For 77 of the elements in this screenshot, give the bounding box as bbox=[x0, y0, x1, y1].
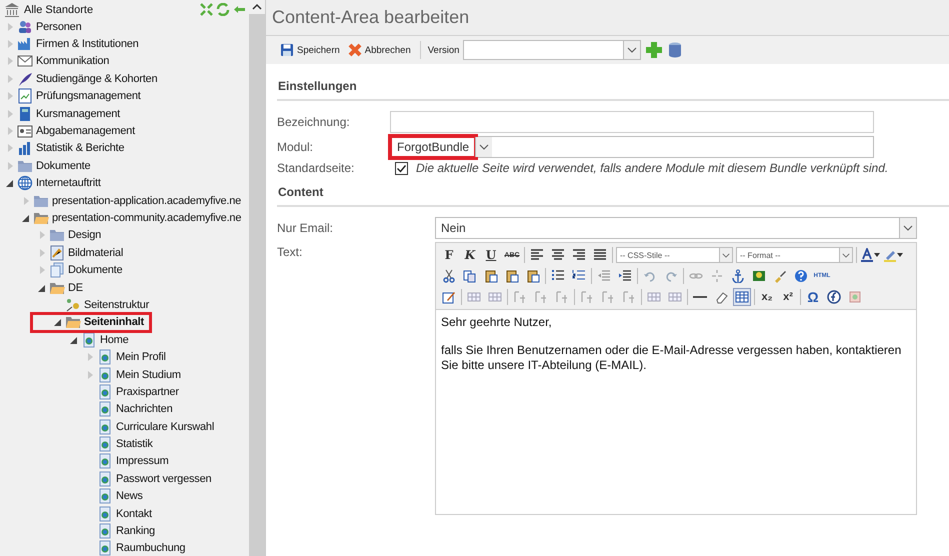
underline-button[interactable]: U bbox=[482, 246, 500, 264]
table-active-icon[interactable] bbox=[733, 288, 751, 306]
tree-item[interactable]: Dokumente bbox=[36, 160, 90, 172]
field-label: Nur Email: bbox=[277, 221, 334, 235]
tree-item[interactable]: Internetauftritt bbox=[36, 177, 101, 190]
tree-item[interactable]: Mein Profil bbox=[116, 351, 166, 364]
tree-item[interactable]: Abgabemanagement bbox=[36, 125, 135, 138]
tree-item[interactable]: Seiteninhalt bbox=[84, 316, 144, 328]
caret-icon bbox=[903, 225, 913, 231]
tree-item[interactable]: Design bbox=[68, 229, 102, 242]
sub-button[interactable]: x₂ bbox=[758, 288, 776, 306]
tree-item[interactable]: Ranking bbox=[116, 525, 155, 538]
caret-icon bbox=[722, 252, 730, 258]
checkbox-description: Die aktuelle Seite wird verwendet, falls andere Module mit diesem Bundle verknüpft sind. bbox=[416, 161, 888, 175]
collapse-icon[interactable] bbox=[200, 3, 213, 16]
scroll-up-icon[interactable] bbox=[249, 0, 265, 14]
field-label: Standardseite: bbox=[277, 161, 356, 175]
highlighted-value: ForgotBundle bbox=[391, 137, 476, 157]
email-select[interactable]: Nein bbox=[435, 217, 917, 239]
tree-item[interactable]: Kursmanagement bbox=[36, 108, 120, 120]
arrow-left-icon[interactable] bbox=[233, 3, 246, 16]
tree-item[interactable]: Kontakt bbox=[116, 508, 152, 520]
cross-icon bbox=[348, 43, 362, 57]
tree-item[interactable]: DE bbox=[68, 282, 83, 294]
tree-item[interactable]: Curriculare Kurswahl bbox=[116, 420, 214, 433]
section-heading: Content bbox=[277, 175, 949, 207]
tree-item[interactable]: Bildmaterial bbox=[68, 246, 124, 259]
paragraph: falls Sie Ihren Benutzernamen oder die E-Mail-Adresse vergessen haben, kontaktieren Sie bitte unsere IT-Abteilung (E-MAIL). bbox=[441, 343, 902, 373]
tree-item[interactable]: Firmen & Institutionen bbox=[36, 38, 139, 50]
module-select[interactable]: ForgotBundle bbox=[390, 136, 874, 158]
plus-icon[interactable] bbox=[645, 41, 664, 59]
selected-value: Nein bbox=[440, 220, 467, 237]
font-color-icon[interactable] bbox=[860, 246, 880, 264]
style-dropdown[interactable]: -- CSS-Stile -- bbox=[616, 247, 733, 263]
tree-item[interactable]: Statistik bbox=[116, 438, 153, 450]
caret-icon bbox=[627, 47, 638, 53]
checkbox[interactable] bbox=[395, 162, 408, 174]
tree-item[interactable]: Prüfungsmanagement bbox=[36, 90, 141, 102]
tree-item[interactable]: Passwort vergessen bbox=[116, 472, 212, 485]
caret-icon bbox=[479, 144, 490, 150]
tree-item[interactable]: Kommunikation bbox=[36, 55, 110, 68]
save-button[interactable]: Speichern bbox=[278, 43, 342, 57]
tree-item[interactable]: Studiengänge & Kohorten bbox=[36, 72, 158, 85]
field-label: Bezeichnung: bbox=[277, 115, 351, 129]
tree-item[interactable]: Seitenstruktur bbox=[84, 298, 150, 311]
tree-item[interactable]: Raumbuchung bbox=[116, 542, 186, 554]
bold-button[interactable]: F bbox=[440, 246, 458, 264]
field-label: Text: bbox=[277, 244, 304, 259]
refresh-icon[interactable] bbox=[216, 3, 230, 16]
field-label: Modul: bbox=[277, 140, 314, 154]
tree-item[interactable]: News bbox=[116, 490, 143, 502]
version-select[interactable] bbox=[463, 40, 642, 60]
tree-item[interactable]: Personen bbox=[36, 20, 82, 33]
tree-item[interactable]: presentation-community.academyfive.ne bbox=[52, 212, 242, 224]
tree-item[interactable]: Impressum bbox=[116, 455, 169, 468]
tree-root-label[interactable]: Alle Standorte bbox=[24, 4, 200, 16]
italic-button[interactable]: K bbox=[461, 246, 479, 264]
cylinder-icon[interactable] bbox=[667, 41, 684, 59]
caret-icon bbox=[842, 252, 850, 258]
omega-button[interactable]: Ω bbox=[804, 288, 822, 306]
name-input-field[interactable] bbox=[390, 111, 874, 133]
tree-item[interactable]: Dokumente bbox=[68, 264, 122, 276]
tree-item[interactable]: Mein Studium bbox=[116, 368, 181, 380]
tree-item[interactable]: Praxispartner bbox=[116, 386, 179, 398]
sup-button[interactable]: x² bbox=[779, 288, 797, 306]
style-dropdown[interactable]: -- Format -- bbox=[736, 247, 853, 263]
page-title: Content-Area bearbeiten bbox=[272, 7, 470, 28]
cancel-button[interactable]: Abbrechen bbox=[346, 43, 413, 57]
tree-item[interactable]: presentation-application.academyfive.ne bbox=[52, 194, 242, 207]
tree-item[interactable]: Home bbox=[100, 334, 129, 346]
paragraph: Sehr geehrte Nutzer, bbox=[441, 315, 553, 330]
building-icon bbox=[4, 2, 20, 18]
help-icon[interactable] bbox=[792, 267, 810, 285]
tree-item[interactable]: Nachrichten bbox=[116, 403, 172, 416]
version-label: Version bbox=[428, 44, 460, 56]
tree-item[interactable]: Statistik & Berichte bbox=[36, 142, 124, 154]
section-heading: Einstellungen bbox=[277, 64, 949, 101]
